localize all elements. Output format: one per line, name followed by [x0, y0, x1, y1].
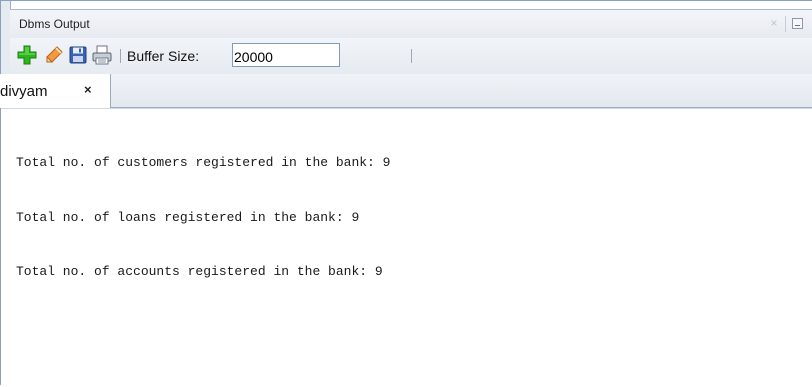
tab-label: divyam [0, 83, 48, 100]
output-toolbar: Buffer Size: [10, 38, 812, 74]
output-text-area[interactable]: Total no. of customers registered in the… [1, 108, 812, 387]
tab-close-icon[interactable]: × [84, 82, 92, 97]
close-panel-button[interactable]: × [766, 14, 782, 32]
panel-titlebar: Dbms Output × [10, 10, 812, 38]
app-window: Dbms Output × Buffer Size: 20000 divyam … [0, 0, 812, 387]
save-icon[interactable] [67, 44, 89, 66]
add-icon[interactable] [16, 44, 38, 66]
print-icon[interactable] [91, 44, 113, 66]
eraser-icon[interactable] [43, 44, 65, 66]
minimize-panel-button[interactable] [792, 18, 803, 29]
titlebar-separator [785, 16, 786, 32]
connection-tab-bar: divyam × [0, 74, 812, 108]
panel-title: Dbms Output [19, 17, 90, 31]
dbms-output-panel: Dbms Output × Buffer Size: 20000 divyam … [0, 9, 812, 387]
toolbar-separator [120, 49, 121, 63]
buffer-size-input[interactable] [232, 43, 340, 67]
buffer-size-label: Buffer Size: [127, 48, 200, 64]
tab-divyam[interactable]: divyam × [0, 74, 111, 108]
output-line: Total no. of loans registered in the ban… [16, 210, 360, 225]
output-line: Total no. of customers registered in the… [16, 155, 391, 170]
output-line: Total no. of accounts registered in the … [16, 264, 383, 279]
toolbar-separator [411, 49, 412, 63]
